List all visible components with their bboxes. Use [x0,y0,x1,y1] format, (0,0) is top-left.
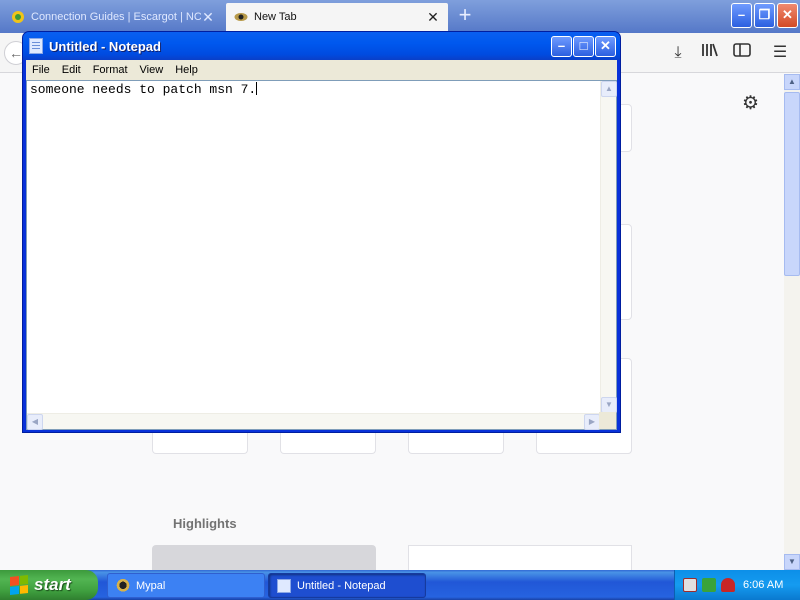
browser-minimize-button[interactable]: – [731,3,752,28]
scroll-up-arrow-icon[interactable]: ▲ [601,81,617,97]
taskbar-button-label: Untitled - Notepad [297,579,386,592]
scroll-left-arrow-icon[interactable]: ◀ [27,414,43,430]
escargot-favicon-icon [12,11,24,23]
scroll-right-arrow-icon[interactable]: ▶ [584,414,600,430]
menu-help[interactable]: Help [169,64,204,76]
start-button[interactable]: start [0,570,98,600]
security-shield-icon[interactable] [721,578,735,592]
size-grip[interactable] [599,412,616,429]
sidebar-icon[interactable] [731,42,753,64]
vertical-scrollbar[interactable]: ▲ ▼ [600,81,617,413]
tab-connection-guides[interactable]: Connection Guides | Escargot | NC ✕ [3,3,223,31]
close-tab-icon[interactable]: ✕ [426,10,440,24]
page-scrollbar[interactable]: ▲ ▼ [784,74,800,570]
hamburger-menu-icon[interactable]: ☰ [769,42,791,64]
highlights-heading: Highlights [173,516,237,531]
system-tray: 6:06 AM [674,570,800,600]
top-site-tile[interactable] [536,430,632,454]
tab-title: Connection Guides | Escargot | NC [31,11,201,23]
notepad-title-bar[interactable]: Untitled - Notepad – □ ✕ [23,32,620,60]
taskbar-button-notepad[interactable]: Untitled - Notepad [268,573,426,598]
download-icon[interactable]: ⤓ [667,42,689,64]
clock[interactable]: 6:06 AM [743,579,783,591]
scroll-thumb[interactable] [784,92,800,276]
taskbar-button-label: Mypal [136,579,166,592]
library-icon[interactable] [699,42,721,64]
text-caret [256,82,258,95]
new-tab-button[interactable]: + [452,4,478,28]
tab-title: New Tab [254,11,297,23]
messenger-icon[interactable] [702,578,716,592]
tab-new-tab[interactable]: New Tab ✕ [226,3,448,31]
maximize-button[interactable]: □ [573,36,594,57]
taskbar: start Mypal Untitled - Notepad 6:06 AM [0,570,800,600]
gear-icon[interactable]: ⚙ [742,92,759,115]
horizontal-scrollbar[interactable]: ◀ ▶ [27,413,600,430]
minimize-button[interactable]: – [551,36,572,57]
browser-close-button[interactable]: ✕ [777,3,798,28]
menu-edit[interactable]: Edit [56,64,87,76]
document-content: someone needs to patch msn 7. [30,82,257,97]
scroll-up-arrow-icon[interactable]: ▲ [784,74,800,90]
window-title: Untitled - Notepad [49,39,161,54]
top-site-tile[interactable] [152,430,248,454]
windows-logo-icon [10,575,28,595]
document-text[interactable]: someone needs to patch msn 7. [30,81,258,98]
menu-format[interactable]: Format [87,64,134,76]
mypal-favicon-icon [234,13,248,21]
text-editor-area[interactable]: someone needs to patch msn 7. ▲ ▼ ◀ ▶ [26,80,617,430]
tab-bar: Connection Guides | Escargot | NC ✕ New … [0,0,800,33]
notepad-icon [29,38,43,54]
notepad-icon [277,578,291,593]
close-button[interactable]: ✕ [595,36,616,57]
browser-restore-button[interactable]: ❐ [754,3,775,28]
top-site-tile[interactable] [408,430,504,454]
menu-file[interactable]: File [26,64,56,76]
menu-view[interactable]: View [134,64,170,76]
close-tab-icon[interactable]: ✕ [201,10,215,24]
mypal-icon [116,578,130,593]
network-icon[interactable] [683,578,697,592]
menu-bar: File Edit Format View Help [26,60,617,80]
start-label: start [34,575,71,594]
notepad-window: Untitled - Notepad – □ ✕ File Edit Forma… [22,31,621,433]
scroll-down-arrow-icon[interactable]: ▼ [601,397,617,413]
top-site-tile[interactable] [280,430,376,454]
taskbar-button-mypal[interactable]: Mypal [107,573,265,598]
scroll-down-arrow-icon[interactable]: ▼ [784,554,800,570]
